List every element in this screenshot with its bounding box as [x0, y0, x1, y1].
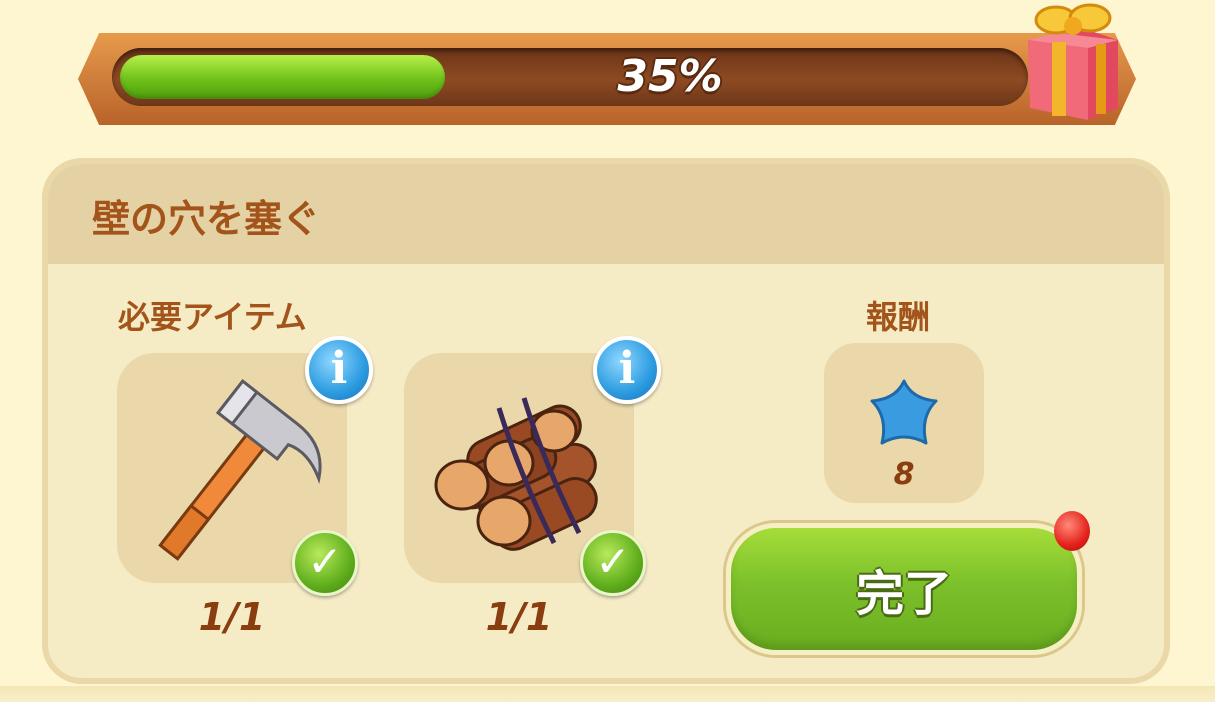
reward-label: 報酬 — [866, 298, 931, 336]
item-count: 1/1 — [198, 595, 266, 639]
task-panel-header: 壁の穴を塞ぐ — [48, 164, 1164, 264]
progress-bar: 35% — [112, 48, 1028, 106]
required-items-label: 必要アイテム — [118, 298, 307, 336]
bottom-divider — [0, 686, 1215, 702]
complete-button[interactable]: 完了 — [726, 523, 1082, 655]
item-count: 1/1 — [485, 595, 553, 639]
notification-badge — [1054, 511, 1090, 551]
blue-star-icon — [870, 379, 938, 445]
complete-button-label: 完了 — [855, 566, 952, 622]
info-icon[interactable]: i — [305, 336, 373, 404]
reward-slot[interactable]: 8 — [824, 343, 984, 503]
reward-count: 8 — [893, 457, 915, 492]
checkmark-icon: ✓ — [580, 530, 646, 596]
progress-percent-label: 35% — [617, 51, 723, 102]
info-icon[interactable]: i — [593, 336, 661, 404]
task-title: 壁の穴を塞ぐ — [92, 197, 321, 241]
checkmark-icon: ✓ — [292, 530, 358, 596]
gift-box-icon[interactable] — [1018, 0, 1123, 122]
